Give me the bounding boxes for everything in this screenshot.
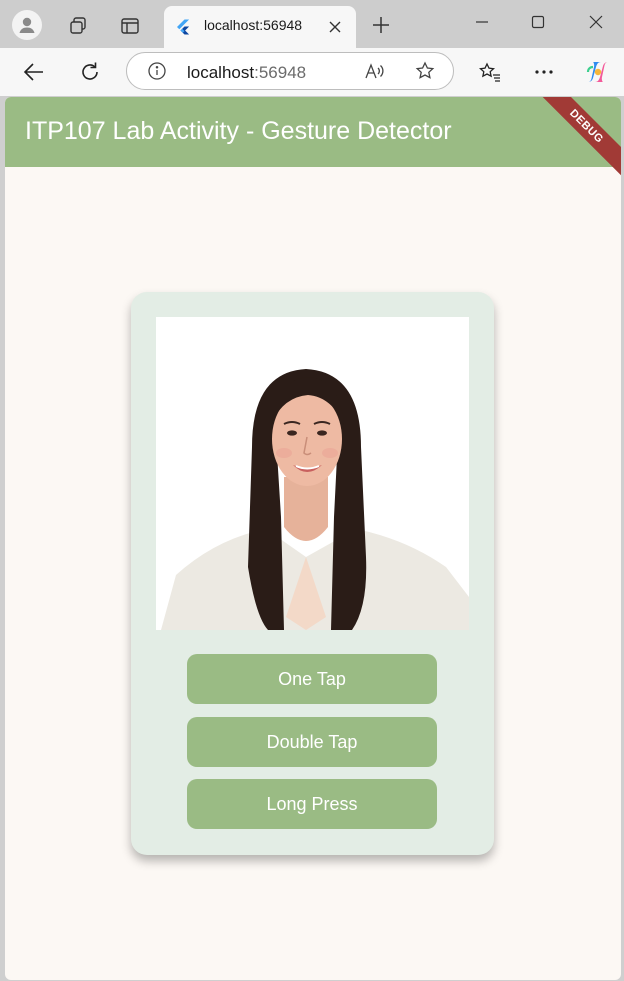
back-arrow-icon[interactable] [20, 58, 48, 86]
browser-toolbar: localhost:56948 [0, 48, 624, 96]
page-viewport: ITP107 Lab Activity - Gesture Detector D… [5, 97, 621, 980]
address-bar[interactable]: localhost:56948 [126, 52, 454, 90]
app-bar: ITP107 Lab Activity - Gesture Detector [5, 97, 621, 167]
long-press-label: Long Press [266, 793, 358, 814]
tab-title: localhost:56948 [204, 17, 303, 33]
profile-photo[interactable] [156, 317, 469, 630]
site-info-icon[interactable] [143, 57, 171, 85]
read-aloud-icon[interactable] [361, 57, 389, 85]
person-portrait-image [156, 317, 469, 630]
workspaces-icon[interactable] [64, 12, 92, 40]
vertical-tabs-icon[interactable] [116, 12, 144, 40]
copilot-icon[interactable] [584, 58, 612, 86]
close-window-icon[interactable] [582, 10, 610, 34]
double-tap-button[interactable]: Double Tap [187, 717, 437, 767]
more-options-icon[interactable] [530, 58, 558, 86]
active-tab[interactable]: localhost:56948 [164, 6, 356, 48]
favorites-icon[interactable] [476, 58, 504, 86]
profile-icon[interactable] [12, 10, 42, 40]
new-tab-icon[interactable] [368, 12, 394, 38]
browser-tab-strip: localhost:56948 [0, 0, 624, 48]
url-host: localhost [187, 63, 255, 82]
gesture-card: One Tap Double Tap Long Press [131, 292, 494, 855]
double-tap-label: Double Tap [266, 731, 358, 752]
favorite-star-icon[interactable] [411, 57, 439, 85]
one-tap-button[interactable]: One Tap [187, 654, 437, 704]
url-port: :56948 [254, 63, 307, 82]
one-tap-label: One Tap [278, 668, 346, 689]
close-tab-icon[interactable] [324, 16, 346, 38]
maximize-icon[interactable] [524, 10, 552, 34]
refresh-icon[interactable] [76, 58, 104, 86]
long-press-button[interactable]: Long Press [187, 779, 437, 829]
flutter-icon [177, 19, 190, 35]
minimize-icon[interactable] [468, 10, 496, 34]
url-text[interactable]: localhost:56948 [187, 63, 306, 83]
page-title: ITP107 Lab Activity - Gesture Detector [25, 117, 452, 145]
